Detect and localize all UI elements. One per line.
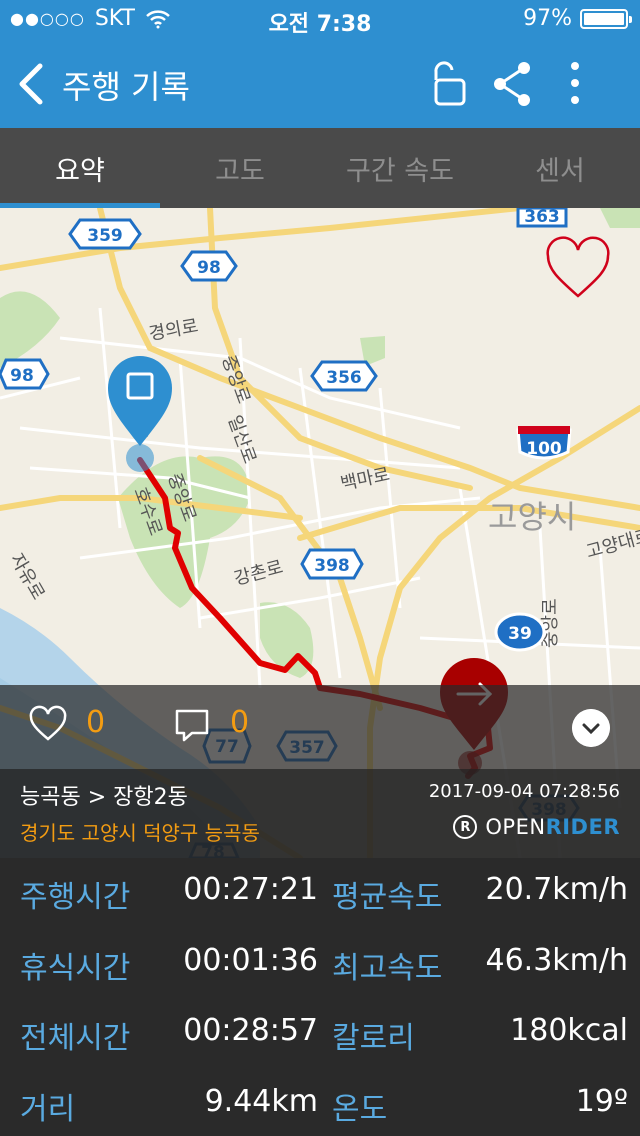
stat-label: 전체시간 bbox=[20, 1021, 131, 1056]
stat-value: 00:27:21 bbox=[183, 872, 318, 907]
svg-text:98: 98 bbox=[10, 366, 34, 386]
chevron-down-icon[interactable] bbox=[572, 709, 610, 747]
svg-text:356: 356 bbox=[326, 368, 362, 388]
more-vertical-icon[interactable] bbox=[552, 58, 598, 108]
status-bar: ●●○○○ SKT 오전 7:38 97% bbox=[0, 0, 640, 40]
road-shield: 39 bbox=[494, 612, 546, 652]
road-shield: 100 bbox=[516, 426, 572, 460]
map-road-label: 자유로 bbox=[6, 550, 49, 604]
stat-label: 최고속도 bbox=[332, 951, 443, 986]
stat-label: 주행시간 bbox=[20, 880, 131, 915]
stat-label: 휴식시간 bbox=[20, 951, 131, 986]
map-road-label: 고양대로 bbox=[584, 525, 640, 562]
park-area bbox=[600, 208, 640, 228]
svg-text:98: 98 bbox=[197, 258, 221, 278]
map-city-label: 고양시 bbox=[488, 498, 576, 536]
back-chevron-icon[interactable] bbox=[14, 62, 48, 106]
stat-value: 46.3km/h bbox=[485, 943, 628, 978]
road-shield: 359 bbox=[68, 218, 142, 250]
svg-text:359: 359 bbox=[87, 226, 123, 246]
battery-icon bbox=[580, 8, 632, 29]
location-bar: 능곡동 > 장항2동 2017-09-04 07:28:56 경기도 고양시 덕… bbox=[0, 769, 640, 858]
stats-row: 전체시간 00:28:57 칼로리 180kcal bbox=[0, 999, 640, 1069]
stats-row: 주행시간 00:27:21 평균속도 20.7km/h bbox=[0, 858, 640, 928]
tab-summary[interactable]: 요약 bbox=[0, 128, 160, 208]
brand-name: OPENRIDER bbox=[485, 815, 620, 839]
comment-count: 0 bbox=[230, 705, 250, 740]
svg-text:39: 39 bbox=[508, 624, 532, 644]
like-heart-icon[interactable] bbox=[28, 705, 68, 745]
map-road-label: 중앙로 bbox=[540, 598, 561, 648]
svg-text:398: 398 bbox=[314, 556, 350, 576]
stat-value: 20.7km/h bbox=[485, 872, 628, 907]
map-road-label: 일산로 bbox=[223, 413, 260, 467]
stat-value: 19º bbox=[575, 1084, 628, 1119]
stat-value: 00:28:57 bbox=[183, 1013, 318, 1048]
stat-value: 9.44km bbox=[204, 1084, 318, 1119]
road-shield: 98 bbox=[0, 358, 50, 390]
map-road-label: 강촌로 bbox=[232, 557, 285, 590]
start-marker[interactable] bbox=[108, 356, 172, 472]
stat-label: 거리 bbox=[20, 1092, 76, 1127]
tab-section-speed[interactable]: 구간 속도 bbox=[320, 128, 480, 208]
map-road-label: 경의로 bbox=[147, 316, 200, 345]
stats-panel: 주행시간 00:27:21 평균속도 20.7km/h 휴식시간 00:01:3… bbox=[0, 858, 640, 1136]
stats-row: 휴식시간 00:01:36 최고속도 46.3km/h bbox=[0, 929, 640, 999]
road-shield: 356 bbox=[310, 360, 378, 392]
social-bar: 0 0 bbox=[0, 685, 640, 769]
tab-bar: 요약 고도 구간 속도 센서 bbox=[0, 128, 640, 208]
heart-outline-icon[interactable] bbox=[546, 236, 610, 298]
openrider-logo-icon: R bbox=[453, 815, 478, 839]
unlock-icon[interactable] bbox=[426, 58, 472, 108]
page-title: 주행 기록 bbox=[62, 68, 190, 106]
road-shield: 363 bbox=[516, 208, 568, 228]
route-summary: 능곡동 > 장항2동 bbox=[20, 785, 188, 810]
stat-value: 180kcal bbox=[510, 1013, 628, 1048]
battery-percent: 97% bbox=[523, 6, 572, 31]
road-shield: 398 bbox=[300, 548, 364, 580]
comment-icon[interactable] bbox=[172, 707, 212, 745]
like-count: 0 bbox=[86, 705, 106, 740]
brand-logo: R OPENRIDER bbox=[453, 815, 620, 839]
share-icon[interactable] bbox=[490, 58, 536, 108]
park-area bbox=[0, 291, 60, 368]
stat-label: 평균속도 bbox=[332, 880, 443, 915]
svg-text:363: 363 bbox=[524, 208, 560, 227]
ride-datetime: 2017-09-04 07:28:56 bbox=[428, 781, 620, 802]
tab-sensor[interactable]: 센서 bbox=[480, 128, 640, 208]
ride-address: 경기도 고양시 덕양구 능곡동 bbox=[20, 821, 260, 845]
road-shield: 98 bbox=[180, 250, 238, 282]
stat-label: 칼로리 bbox=[332, 1021, 415, 1056]
stat-label: 온도 bbox=[332, 1092, 388, 1127]
stat-value: 00:01:36 bbox=[183, 943, 318, 978]
tab-elevation[interactable]: 고도 bbox=[160, 128, 320, 208]
stats-row: 거리 9.44km 온도 19º bbox=[0, 1070, 640, 1136]
svg-text:100: 100 bbox=[526, 439, 562, 459]
map-road-label: 백마로 bbox=[339, 464, 392, 495]
nav-bar: 주행 기록 bbox=[0, 40, 640, 128]
